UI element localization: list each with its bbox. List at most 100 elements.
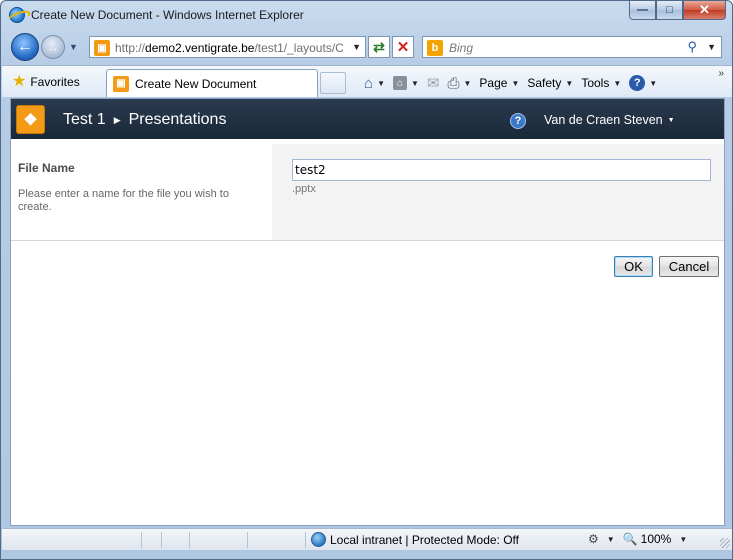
status-segment [142, 532, 162, 548]
search-icon[interactable]: ⚲ [687, 39, 697, 55]
home-button[interactable]: ⌂ ▼ [360, 72, 389, 94]
status-tools: ⚙ ▼ 🔍 100% ▼ [588, 532, 687, 546]
sharepoint-favicon-icon: ▣ [113, 75, 129, 92]
close-icon: ✕ [699, 2, 710, 17]
stop-button[interactable]: ✕ [392, 36, 414, 58]
url-path: /test1/_layouts/C [254, 41, 344, 55]
internet-explorer-icon [9, 7, 25, 23]
sharepoint-logo-icon: ❖ [16, 105, 45, 134]
browser-window: Create New Document - Windows Internet E… [0, 0, 733, 560]
print-button[interactable]: ⎙ ▼ [443, 72, 475, 94]
breadcrumb-library-link[interactable]: Presentations [129, 111, 227, 129]
breadcrumb-separator-icon: ▶ [113, 114, 121, 125]
maximize-icon: □ [666, 4, 673, 16]
file-name-form: File Name Please enter a name for the fi… [11, 144, 724, 241]
user-name: Van de Craen Steven [544, 113, 663, 127]
page-menu[interactable]: Page ▼ [475, 72, 523, 94]
recent-pages-dropdown[interactable]: ▼ [69, 42, 78, 52]
chevron-down-icon: ▼ [565, 78, 574, 88]
tab-title: Create New Document [135, 76, 257, 91]
maximize-button[interactable]: □ [656, 1, 683, 20]
window-title: Create New Document - Windows Internet E… [31, 8, 304, 22]
home-icon: ⌂ [364, 74, 374, 92]
back-arrow-icon: ← [17, 38, 33, 55]
more-commands-chevron-icon[interactable]: » [718, 68, 724, 79]
status-segment [190, 532, 248, 548]
command-bar: ★ Favorites ▣ Create New Document ⌂ ▼ ⌂ ▼ … [2, 65, 732, 97]
safety-menu[interactable]: Safety ▼ [523, 72, 577, 94]
new-tab-button[interactable] [320, 72, 346, 94]
navigation-bar: ← → ▼ ▣ http://demo2.ventigrate.be/test1… [1, 30, 732, 64]
zoom-control[interactable]: 🔍 100% [623, 532, 672, 546]
breadcrumb-site-link[interactable]: Test 1 [63, 111, 106, 129]
bing-icon: b [427, 40, 443, 56]
ok-button[interactable]: OK [614, 256, 653, 277]
chevron-down-icon: ▼ [377, 78, 385, 88]
user-menu[interactable]: Van de Craen Steven ▼ [544, 113, 675, 127]
cancel-button[interactable]: Cancel [659, 256, 719, 277]
url-host: demo2.ventigrate.be [145, 41, 255, 55]
file-extension: .pptx [292, 183, 316, 195]
protected-mode-icon[interactable]: ⚙ [588, 532, 599, 546]
file-name-input[interactable] [292, 159, 711, 181]
intranet-globe-icon [311, 532, 326, 547]
file-name-label: File Name [18, 161, 75, 175]
search-box[interactable]: b Bing ⚲ ▼ [422, 36, 722, 58]
safety-menu-label: Safety [527, 76, 562, 90]
address-url[interactable]: http://demo2.ventigrate.be/test1/_layout… [115, 41, 347, 55]
chevron-down-icon: ▼ [613, 78, 622, 88]
chevron-down-icon: ▼ [707, 42, 716, 52]
field-description-panel: File Name Please enter a name for the fi… [11, 144, 272, 240]
printer-icon: ⎙ [447, 74, 460, 92]
window-controls: — □ ✕ [629, 1, 726, 21]
security-zone[interactable]: Local intranet | Protected Mode: Off [311, 532, 519, 547]
search-options-dropdown[interactable]: ▼ [707, 42, 716, 52]
chevron-down-icon: ▼ [511, 78, 520, 88]
status-segment [248, 532, 306, 548]
zone-text: Local intranet | Protected Mode: Off [330, 532, 519, 547]
address-dropdown[interactable]: ▼ [352, 42, 361, 52]
favorites-button[interactable]: ★ Favorites [8, 71, 88, 93]
zoom-icon: 🔍 [622, 532, 638, 546]
breadcrumb: Test 1 ▶ Presentations [63, 111, 226, 129]
title-bar: Create New Document - Windows Internet E… [1, 1, 732, 29]
help-button[interactable]: ? ▼ [625, 72, 661, 94]
stop-icon: ✕ [396, 39, 410, 56]
url-prefix: http:// [115, 41, 146, 55]
star-icon: ★ [12, 73, 27, 90]
help-icon[interactable]: ? [510, 113, 526, 129]
feeds-button[interactable]: ⌂ ▼ [389, 72, 423, 94]
tools-menu-label: Tools [581, 76, 610, 90]
address-bar[interactable]: ▣ http://demo2.ventigrate.be/test1/_layo… [89, 36, 366, 58]
favorites-label: Favorites [30, 75, 80, 89]
field-input-panel: .pptx [272, 144, 724, 240]
rss-feed-icon: ⌂ [392, 76, 407, 90]
close-button[interactable]: ✕ [683, 1, 726, 20]
chevron-down-icon: ▼ [667, 116, 675, 124]
refresh-icon: ⇄ [373, 38, 385, 55]
search-input[interactable]: Bing [449, 41, 473, 55]
status-segment [162, 532, 190, 548]
file-name-description: Please enter a name for the file you wis… [18, 188, 229, 213]
chevron-down-icon[interactable]: ▼ [679, 535, 687, 544]
page-menu-label: Page [479, 76, 508, 90]
chevron-down-icon: ▼ [463, 78, 472, 88]
chevron-down-icon: ▼ [410, 78, 419, 88]
resize-grip[interactable] [720, 538, 730, 548]
sharepoint-header: ❖ Test 1 ▶ Presentations ? Van de Craen … [11, 99, 724, 139]
back-button[interactable]: ← [11, 33, 39, 61]
page-content: ❖ Test 1 ▶ Presentations ? Van de Craen … [10, 98, 725, 526]
help-icon: ? [629, 75, 646, 91]
command-tools: ⌂ ▼ ⌂ ▼ ✉ ⎙ ▼ Page ▼ Safety ▼ Tools ▼ ? ▼ [360, 72, 661, 94]
minimize-button[interactable]: — [629, 1, 656, 20]
chevron-down-icon: ▼ [649, 78, 658, 88]
mail-button[interactable]: ✉ [423, 72, 444, 94]
chevron-down-icon[interactable]: ▼ [607, 535, 615, 544]
refresh-button[interactable]: ⇄ [368, 36, 390, 58]
chevron-down-icon: ▼ [352, 42, 361, 52]
forward-button[interactable]: → [41, 35, 65, 59]
sharepoint-favicon-icon: ▣ [94, 40, 110, 56]
status-bar: Local intranet | Protected Mode: Off ⚙ ▼… [2, 528, 732, 550]
tools-menu[interactable]: Tools ▼ [577, 72, 625, 94]
tab-create-new-document[interactable]: ▣ Create New Document [106, 69, 318, 97]
